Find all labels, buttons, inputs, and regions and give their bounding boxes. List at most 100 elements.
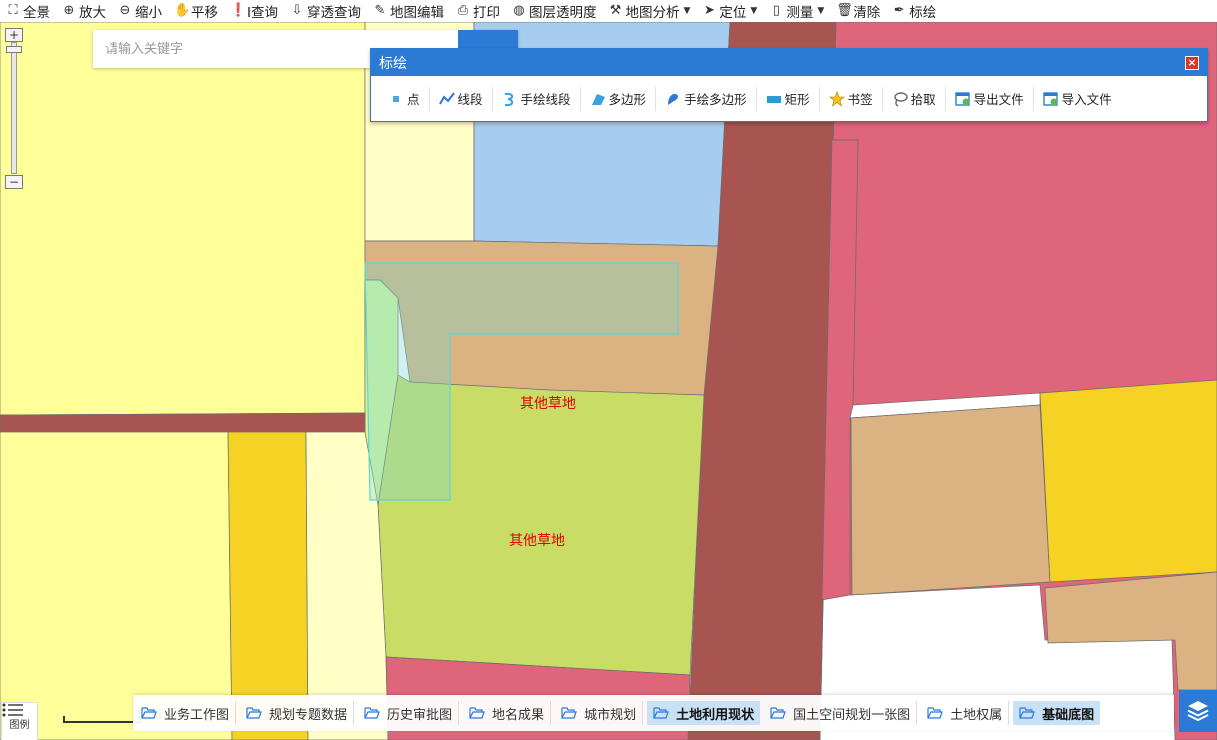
zoom-in-icon: ⊕	[63, 3, 75, 18]
toolbar-label: 标绘	[909, 5, 937, 21]
fullscreen-icon: ⛶	[8, 3, 18, 18]
draw-tools: 点 线段 手绘线段 多边形 手绘多边形 矩形 书签 拾取 导出文件 导入文件	[371, 76, 1207, 121]
import-file-icon	[1042, 91, 1059, 107]
toolbar-fullscreen-button[interactable]: ⛶ 全景	[0, 0, 56, 22]
zoom-slider: + −	[5, 28, 23, 189]
toolbar-label: 图层透明度	[528, 5, 597, 21]
print-icon: ⎙	[457, 3, 469, 18]
map-label-grassland-1: 其他草地	[520, 396, 576, 412]
layer-tab[interactable]: 土地权属	[921, 701, 1010, 725]
point-icon	[388, 91, 404, 107]
toolbar-locate-button[interactable]: ➤ 定位 ▼	[696, 0, 763, 22]
toolbar-opacity-button[interactable]: ◍ 图层透明度	[506, 0, 603, 22]
draw-tool-freehand-line[interactable]: 手绘线段	[493, 86, 581, 111]
zoom-out-button[interactable]: −	[5, 175, 23, 189]
measure-icon: ▯	[772, 3, 780, 18]
zoom-track[interactable]	[11, 42, 17, 174]
toolbar-label: 缩小	[135, 5, 162, 21]
draw-tool-polygon[interactable]: 多边形	[581, 86, 657, 111]
layer-tab[interactable]: 城市规划	[555, 701, 644, 725]
draw-panel: 标绘 × 点 线段 手绘线段 多边形 手绘多边形 矩形 书签 拾取 导出文件 导入文件	[370, 48, 1208, 122]
layer-tab[interactable]: 国土空间规划一张图	[764, 701, 918, 725]
land-use-map[interactable]	[0, 22, 1217, 740]
toolbar-pan-hand-button[interactable]: ✋ 平移	[168, 0, 224, 22]
folder-open-icon	[1019, 707, 1035, 719]
penetrate-query-icon: ⇩	[291, 3, 303, 18]
toolbar-zoom-out-button[interactable]: ⊖ 缩小	[112, 0, 168, 22]
zoom-out-icon: ⊖	[119, 3, 131, 18]
layers-icon	[1187, 701, 1209, 722]
layer-tab[interactable]: 基础底图	[1013, 701, 1101, 725]
legend-button[interactable]: 图例	[1, 702, 38, 740]
toolbar-print-button[interactable]: ⎙ 打印	[450, 0, 506, 22]
draw-tool-import-file[interactable]: 导入文件	[1034, 87, 1121, 111]
pan-hand-icon: ✋	[174, 3, 191, 18]
folder-open-icon	[364, 707, 380, 719]
toolbar-plot-button[interactable]: ✒ 标绘	[886, 0, 942, 22]
layer-tab-label: 国土空间规划一张图	[793, 707, 911, 723]
parcel-yellow-left	[0, 22, 366, 416]
draw-tool-label: 点	[407, 92, 420, 107]
chevron-down-icon: ▼	[750, 6, 758, 16]
toolbar-brush-button[interactable]: ✎ 地图编辑	[367, 0, 450, 22]
draw-tool-star[interactable]: 书签	[820, 86, 883, 111]
folder-open-icon	[246, 707, 262, 719]
layer-tab[interactable]: 历史审批图	[358, 701, 460, 725]
search-icon	[93, 30, 113, 50]
draw-tool-export-file[interactable]: 导出文件	[946, 86, 1034, 111]
zoom-in-button[interactable]: +	[5, 28, 23, 42]
layer-tab[interactable]: 业务工作图	[135, 701, 237, 725]
toolbar-label: 穿透查询	[306, 5, 361, 21]
lasso-icon	[892, 91, 908, 107]
chevron-down-icon: ▼	[683, 6, 691, 16]
folder-open-icon	[469, 707, 485, 719]
draw-tool-point[interactable]: 点	[379, 86, 430, 111]
toolbar-label: 全景	[23, 5, 50, 21]
toolbar-trash-button[interactable]: 🗑 清除	[830, 0, 886, 22]
draw-tool-label: 拾取	[910, 92, 936, 107]
draw-tool-label: 多边形	[608, 92, 647, 107]
identify-icon: ❗	[230, 3, 247, 18]
draw-tool-label: 手绘线段	[520, 92, 571, 107]
folder-open-icon	[927, 707, 943, 719]
draw-tool-polyline[interactable]: 线段	[430, 86, 493, 111]
toolbar-penetrate-query-button[interactable]: ⇩ 穿透查询	[284, 0, 367, 22]
layer-tab-label: 历史审批图	[387, 707, 453, 723]
draw-tool-freehand-polygon[interactable]: 手绘多边形	[656, 86, 757, 111]
draw-panel-title: 标绘	[379, 55, 407, 72]
folder-open-icon	[561, 707, 577, 719]
freehand-polygon-icon	[665, 91, 681, 107]
layer-tab[interactable]: 地名成果	[463, 701, 552, 725]
draw-tool-label: 书签	[847, 92, 873, 107]
layer-tab-label: 地名成果	[492, 707, 545, 723]
layer-tab[interactable]: 土地利用现状	[647, 701, 761, 725]
draw-tool-lasso[interactable]: 拾取	[883, 86, 946, 111]
layer-tab[interactable]: 规划专题数据	[240, 701, 355, 725]
trash-icon: 🗑	[836, 3, 853, 18]
toolbar-label: I查询	[247, 5, 278, 21]
toolbar-analysis-button[interactable]: ⚒ 地图分析 ▼	[602, 0, 696, 22]
zoom-handle[interactable]	[6, 46, 22, 53]
draw-panel-header[interactable]: 标绘 ×	[371, 49, 1207, 76]
brush-icon: ✎	[374, 3, 386, 18]
legend-list-icon	[2, 703, 23, 717]
export-file-icon	[954, 91, 971, 107]
scale-line	[63, 716, 141, 723]
map-view[interactable]: 其他草地 其他草地 + − 图例	[0, 22, 1217, 740]
polyline-icon	[438, 91, 455, 107]
toolbar-label: 测量	[786, 5, 814, 21]
layer-tabs: 业务工作图 规划专题数据 历史审批图 地名成果 城市规划 土地利用现状 国土空间规划一张图 土…	[133, 695, 1174, 731]
close-icon[interactable]: ×	[1185, 55, 1199, 70]
toolbar-label: 地图分析	[625, 5, 680, 21]
toolbar-label: 地图编辑	[389, 5, 444, 21]
layer-switch-button[interactable]	[1179, 690, 1217, 732]
toolbar-zoom-in-button[interactable]: ⊕ 放大	[56, 0, 112, 22]
toolbar-measure-button[interactable]: ▯ 测量 ▼	[763, 0, 830, 22]
layer-tab-label: 业务工作图	[164, 707, 230, 723]
draw-tool-label: 线段	[457, 92, 483, 107]
draw-tool-rectangle[interactable]: 矩形	[757, 86, 820, 111]
folder-open-icon	[141, 707, 157, 719]
toolbar-identify-button[interactable]: ❗ I查询	[224, 0, 284, 22]
parcel-pale-yellow-left	[0, 431, 233, 740]
opacity-icon: ◍	[513, 3, 525, 18]
